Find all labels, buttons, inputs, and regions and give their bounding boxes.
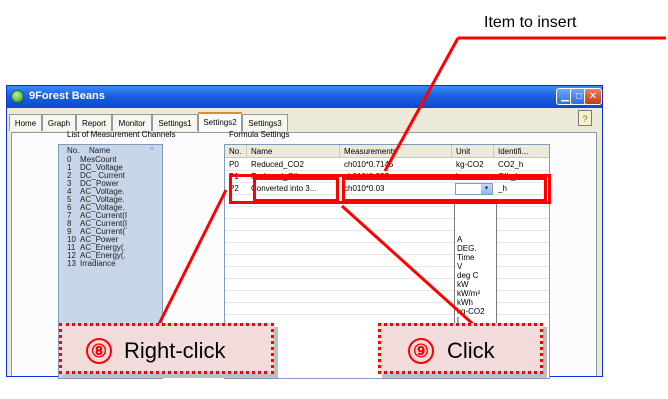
- callout-click-text: Click: [447, 338, 495, 363]
- leader-line: [340, 204, 476, 327]
- leader-line: [383, 37, 460, 172]
- step-9-marker: ⑨: [408, 338, 434, 364]
- name-cell-highlight: [253, 177, 339, 202]
- callout-right-click-text: Right-click: [124, 338, 226, 363]
- callout-right-click: ⑧ Right-click: [59, 323, 274, 374]
- step-8-marker: ⑧: [86, 338, 112, 364]
- insert-item-highlight: [342, 177, 547, 202]
- callout-click: ⑨ Click: [378, 323, 543, 374]
- leader-line: [154, 189, 228, 331]
